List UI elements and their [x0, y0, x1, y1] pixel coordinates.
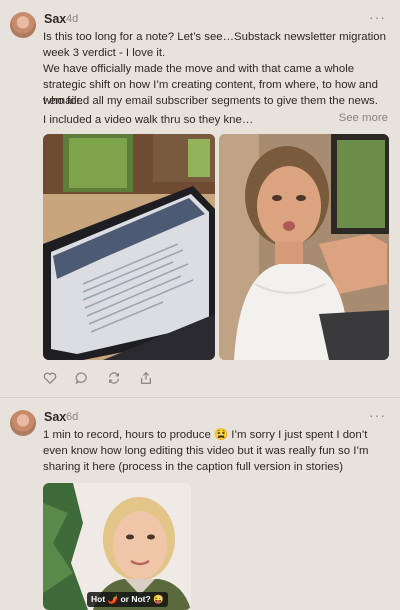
post-age: 4d — [66, 13, 79, 25]
post-body-p4: I included a video walk thru so they kne… — [43, 114, 254, 126]
post-divider — [0, 397, 400, 398]
post-age: 6d — [66, 411, 79, 423]
more-options-icon[interactable]: ··· — [369, 407, 386, 423]
post-image-selfie[interactable] — [219, 134, 389, 360]
author-name[interactable]: Sax — [44, 12, 66, 26]
video-caption: Hot 🌶️ or Not? 😜 — [87, 592, 168, 607]
share-icon[interactable] — [139, 371, 153, 387]
post-body-p3: I emailed all my email subscriber segmen… — [43, 95, 378, 107]
author-avatar[interactable] — [10, 12, 36, 38]
post-video-thumbnail[interactable]: Hot 🌶️ or Not? 😜 — [43, 483, 191, 610]
heart-icon[interactable] — [43, 371, 57, 387]
author-avatar[interactable] — [10, 410, 36, 436]
restack-icon[interactable] — [107, 371, 121, 387]
post-actions — [43, 371, 153, 387]
post-body: 1 min to record, hours to produce 😫 I’m … — [43, 429, 369, 473]
author-name[interactable]: Sax — [44, 410, 66, 424]
comment-icon[interactable] — [75, 371, 89, 387]
see-more-link[interactable]: See more — [339, 112, 388, 124]
more-options-icon[interactable]: ··· — [369, 9, 386, 25]
post-image-laptop[interactable] — [43, 134, 215, 360]
post-body-p1: Is this too long for a note? Let’s see…S… — [43, 31, 386, 59]
